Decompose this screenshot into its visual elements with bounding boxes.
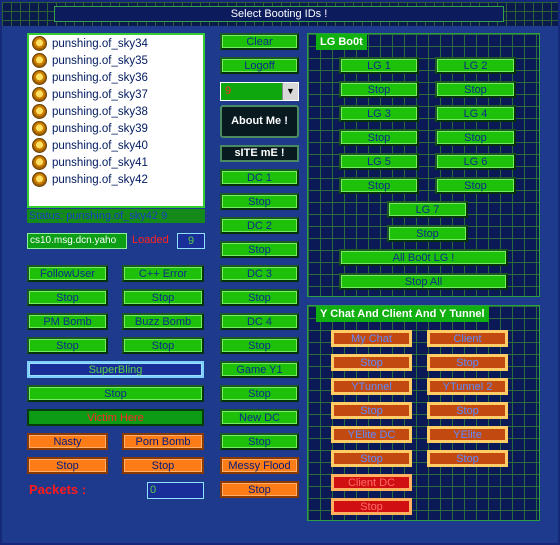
list-item[interactable]: punshing.of_sky36 <box>29 69 203 86</box>
yahoo-smiley-icon <box>32 121 47 136</box>
status-label: Status: punshing.of_sky42 9 <box>27 209 205 223</box>
window-title: Select Booting IDs ! <box>54 6 504 22</box>
clear-button[interactable]: Clear <box>220 33 299 50</box>
yahoo-smiley-icon <box>32 87 47 102</box>
victim-here-button[interactable]: Victim Here <box>27 409 204 426</box>
nasty-button[interactable]: Nasty <box>27 433 108 450</box>
list-item[interactable]: punshing.of_sky37 <box>29 86 203 103</box>
packets-label: Packets : <box>29 482 87 497</box>
site-me-button[interactable]: sITE mE ! <box>220 145 299 162</box>
stop-button[interactable]: Stop <box>387 225 468 242</box>
about-me-button[interactable]: About Me ! <box>220 105 299 138</box>
stop-button[interactable]: Stop <box>427 450 508 467</box>
yahoo-smiley-icon <box>32 138 47 153</box>
ytunnel2-button[interactable]: YTunnel 2 <box>427 378 508 395</box>
follow-user-button[interactable]: FollowUser <box>27 265 108 282</box>
stop-button[interactable]: Stop <box>27 289 108 306</box>
list-item[interactable]: punshing.of_sky41 <box>29 154 203 171</box>
yahoo-smiley-icon <box>32 36 47 51</box>
stop-button[interactable]: Stop <box>331 450 412 467</box>
stop-button[interactable]: Stop <box>427 354 508 371</box>
stop-button[interactable]: Stop <box>220 481 299 498</box>
main-window: Select Booting IDs ! punshing.of_sky34 p… <box>0 0 560 545</box>
yahoo-smiley-icon <box>32 104 47 119</box>
new-dc-button[interactable]: New DC <box>220 409 299 426</box>
my-chat-button[interactable]: My Chat <box>331 330 412 347</box>
lg2-button[interactable]: LG 2 <box>435 57 516 74</box>
stop-button[interactable]: Stop <box>122 289 204 306</box>
ychat-panel: Y Chat And Client And Y Tunnel My Chat C… <box>307 305 540 521</box>
stop-button[interactable]: Stop <box>220 433 299 450</box>
buzz-bomb-button[interactable]: Buzz Bomb <box>122 313 204 330</box>
server-field[interactable]: cs10.msg.dcn.yaho <box>27 233 127 249</box>
list-item[interactable]: punshing.of_sky38 <box>29 103 203 120</box>
lg7-button[interactable]: LG 7 <box>387 201 468 218</box>
lg-boot-title: LG Bo0t <box>316 34 367 50</box>
messy-flood-button[interactable]: Messy Flood <box>220 457 299 474</box>
stop-button[interactable]: Stop <box>27 457 108 474</box>
list-item[interactable]: punshing.of_sky40 <box>29 137 203 154</box>
stop-button[interactable]: Stop <box>220 289 299 306</box>
stop-button[interactable]: Stop <box>427 402 508 419</box>
game-y1-button[interactable]: Game Y1 <box>220 361 299 378</box>
stop-button[interactable]: Stop <box>27 385 204 402</box>
ytunnel-button[interactable]: YTunnel <box>331 378 412 395</box>
superbling-button[interactable]: SuperBling <box>27 361 204 378</box>
title-bar: Select Booting IDs ! <box>2 2 558 26</box>
stop-button[interactable]: Stop <box>220 241 299 258</box>
dc2-button[interactable]: DC 2 <box>220 217 299 234</box>
stop-button[interactable]: Stop <box>339 81 419 98</box>
lg5-button[interactable]: LG 5 <box>339 153 419 170</box>
ychat-title: Y Chat And Client And Y Tunnel <box>316 306 489 322</box>
dc4-button[interactable]: DC 4 <box>220 313 299 330</box>
stop-button[interactable]: Stop <box>435 177 516 194</box>
client-dc-button[interactable]: Client DC <box>331 474 412 491</box>
pm-bomb-button[interactable]: PM Bomb <box>27 313 108 330</box>
list-item[interactable]: punshing.of_sky35 <box>29 52 203 69</box>
chevron-down-icon[interactable]: ▼ <box>282 83 298 100</box>
lg4-button[interactable]: LG 4 <box>435 105 516 122</box>
user-id-list[interactable]: punshing.of_sky34 punshing.of_sky35 puns… <box>27 33 205 208</box>
stop-button[interactable]: Stop <box>122 337 204 354</box>
stop-all-button[interactable]: Stop All <box>339 273 508 290</box>
list-item[interactable]: punshing.of_sky39 <box>29 120 203 137</box>
stop-button[interactable]: Stop <box>339 129 419 146</box>
lg-boot-panel: LG Bo0t LG 1 LG 2 Stop Stop LG 3 LG 4 St… <box>307 33 540 297</box>
stop-button[interactable]: Stop <box>339 177 419 194</box>
all-boot-lg-button[interactable]: All Bo0t LG ! <box>339 249 508 266</box>
loaded-label: Loaded <box>132 234 169 246</box>
stop-button[interactable]: Stop <box>435 81 516 98</box>
packets-count: 0 <box>147 482 204 499</box>
yelite-dc-button[interactable]: YElite DC <box>331 426 412 443</box>
cpp-error-button[interactable]: C++ Error <box>122 265 204 282</box>
list-item[interactable]: punshing.of_sky42 <box>29 171 203 188</box>
stop-button[interactable]: Stop <box>331 498 412 515</box>
lg6-button[interactable]: LG 6 <box>435 153 516 170</box>
dc1-button[interactable]: DC 1 <box>220 169 299 186</box>
loaded-count: 9 <box>177 233 205 249</box>
list-item[interactable]: punshing.of_sky34 <box>29 35 203 52</box>
stop-button[interactable]: Stop <box>435 129 516 146</box>
count-select[interactable]: 9 ▼ <box>220 82 299 101</box>
yahoo-smiley-icon <box>32 155 47 170</box>
porn-bomb-button[interactable]: Porn Bomb <box>122 433 204 450</box>
lg1-button[interactable]: LG 1 <box>339 57 419 74</box>
yahoo-smiley-icon <box>32 172 47 187</box>
yahoo-smiley-icon <box>32 70 47 85</box>
stop-button[interactable]: Stop <box>27 337 108 354</box>
logoff-button[interactable]: Logoff <box>220 57 299 74</box>
client-button[interactable]: Client <box>427 330 508 347</box>
yelite-button[interactable]: YElite <box>427 426 508 443</box>
dc3-button[interactable]: DC 3 <box>220 265 299 282</box>
stop-button[interactable]: Stop <box>331 354 412 371</box>
stop-button[interactable]: Stop <box>331 402 412 419</box>
stop-button[interactable]: Stop <box>220 193 299 210</box>
lg3-button[interactable]: LG 3 <box>339 105 419 122</box>
stop-button[interactable]: Stop <box>122 457 204 474</box>
stop-button[interactable]: Stop <box>220 385 299 402</box>
yahoo-smiley-icon <box>32 53 47 68</box>
stop-button[interactable]: Stop <box>220 337 299 354</box>
